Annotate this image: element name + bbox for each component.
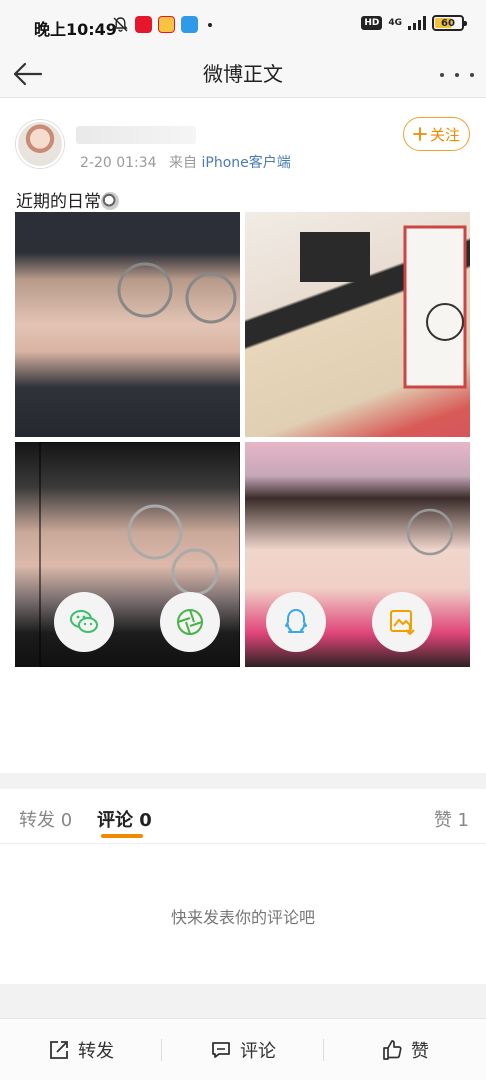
weibo-app-icon [135, 16, 152, 33]
hd-icon: HD [361, 16, 383, 30]
interaction-tabs: 转发 0 评论 0 赞 1 [0, 790, 486, 844]
like-button[interactable]: 赞 [324, 1019, 486, 1080]
plus-icon [413, 127, 427, 141]
nav-bar: 微博正文 [0, 52, 486, 98]
share-moments-button[interactable] [160, 592, 220, 652]
more-dot-icon [470, 73, 474, 77]
post-source[interactable]: iPhone客户端 [201, 155, 290, 171]
moments-icon [177, 609, 203, 635]
qq-icon [285, 609, 307, 633]
share-row [0, 592, 486, 656]
repost-label: 转发 [78, 1041, 114, 1062]
page-title: 微博正文 [203, 62, 283, 86]
username-redacted [76, 126, 196, 144]
follow-button[interactable]: 关注 [403, 117, 470, 151]
post-body: 近期的日常 [16, 192, 101, 212]
tab-repost[interactable]: 转发 0 [19, 806, 72, 832]
comment-label: 评论 [240, 1041, 276, 1062]
status-notification-icons [112, 16, 212, 33]
photo-1[interactable] [15, 212, 240, 437]
post-meta: 2-20 01:34 来自 iPhone客户端 [80, 152, 291, 172]
photo-2[interactable] [245, 212, 470, 437]
active-tab-indicator [101, 834, 143, 838]
battery-icon: 60 [432, 15, 467, 31]
post-text: 近期的日常 [16, 187, 119, 212]
avatar[interactable] [16, 120, 64, 168]
bottom-action-bar: 转发 评论 赞 [0, 1018, 486, 1080]
dot-icon [208, 22, 212, 27]
repost-icon [50, 1041, 68, 1059]
like-label: 赞 [411, 1041, 429, 1062]
footer-spacer [0, 984, 486, 1018]
mute-bell-icon [113, 17, 128, 32]
save-image-button[interactable] [372, 592, 432, 652]
share-qq-button[interactable] [266, 592, 326, 652]
upload-arrow-icon [181, 16, 198, 33]
drawing-board-icon [300, 225, 467, 389]
save-image-icon [390, 610, 415, 636]
comment-button[interactable]: 评论 [162, 1019, 324, 1080]
empty-comments-text: 快来发表你的评论吧 [170, 908, 315, 927]
more-dot-icon [455, 73, 459, 77]
follow-label: 关注 [429, 125, 460, 144]
share-wechat-button[interactable] [54, 592, 114, 652]
signal-icon [408, 16, 426, 30]
more-options-button[interactable] [440, 60, 474, 90]
network-type: 4G [388, 17, 402, 28]
comment-icon [212, 1042, 230, 1058]
repost-button[interactable]: 转发 [0, 1019, 162, 1080]
status-system-icons: HD 4G 60 [361, 15, 467, 31]
status-bar: 晚上10:49 HD 4G 60 [0, 0, 486, 52]
status-time: 晚上10:49 [34, 20, 117, 39]
panda-emoji-icon [101, 192, 119, 210]
tab-comment[interactable]: 评论 0 [97, 806, 152, 832]
thumbs-up-icon [383, 1040, 402, 1060]
battery-level: 60 [441, 17, 455, 29]
glasses-icon [117, 262, 237, 324]
wechat-icon [70, 610, 98, 633]
tab-like[interactable]: 赞 1 [434, 806, 469, 832]
more-dot-icon [440, 73, 444, 77]
post-source-prefix: 来自 [169, 155, 198, 171]
post-timestamp: 2-20 01:34 [80, 155, 157, 171]
section-divider [0, 773, 486, 789]
weibo-lite-icon [158, 16, 175, 33]
